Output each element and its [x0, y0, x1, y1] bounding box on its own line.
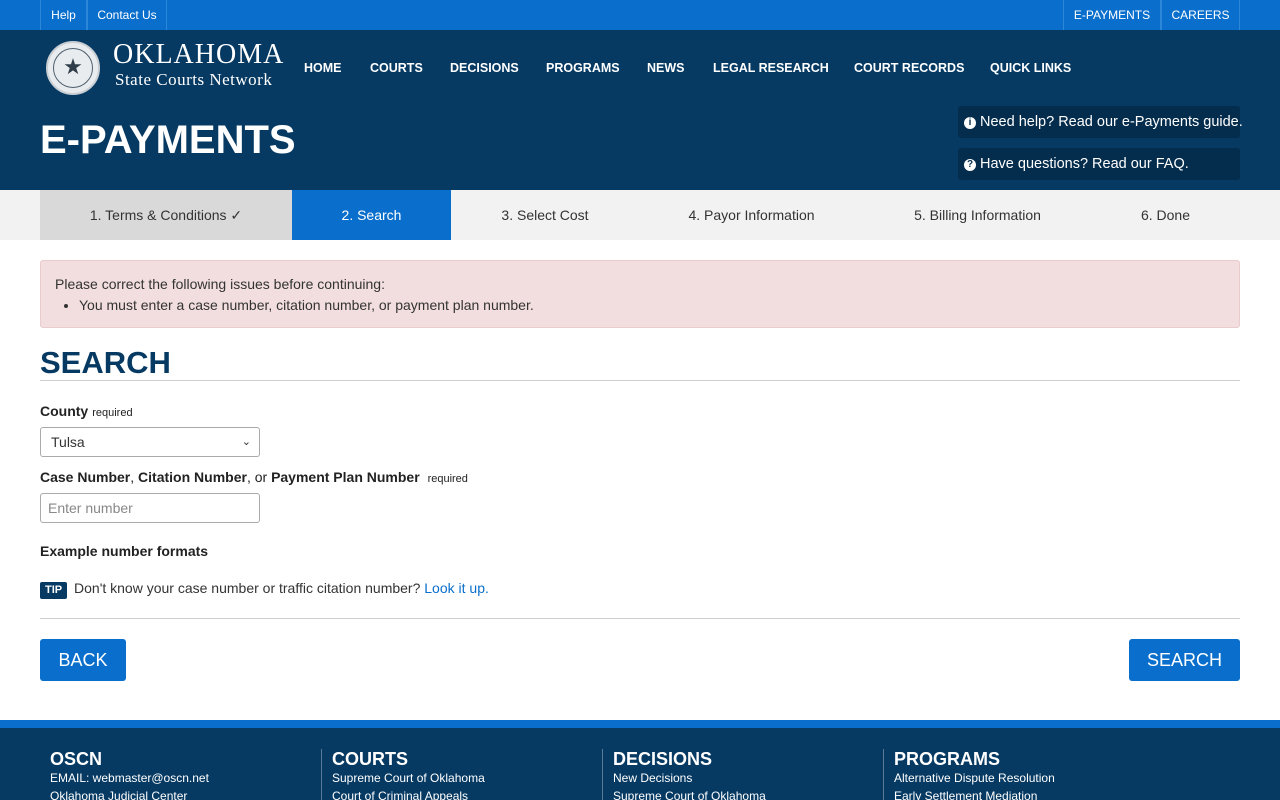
step-search[interactable]: 2. Search	[292, 190, 451, 240]
alert-heading: Please correct the following issues befo…	[55, 276, 385, 292]
footer-heading: PROGRAMS	[894, 749, 1001, 769]
case-number-label: Case Number, Citation Number, or Payment…	[40, 469, 468, 485]
nav-legal-research[interactable]: LEGAL RESEARCH	[713, 58, 829, 78]
county-label-text: County	[40, 403, 89, 419]
citation-number-label-text: Citation Number	[138, 469, 247, 485]
footer-link[interactable]: New Decisions	[613, 769, 872, 787]
star-icon: ★	[63, 54, 83, 79]
info-icon: i	[964, 117, 976, 129]
nav-courts[interactable]: COURTS	[370, 58, 423, 78]
search-button[interactable]: SEARCH	[1129, 639, 1240, 681]
step-terms[interactable]: 1. Terms & Conditions ✓	[40, 190, 292, 240]
step-billing-information: 5. Billing Information	[914, 207, 1041, 223]
county-label: County required	[40, 403, 133, 419]
question-icon: ?	[964, 159, 976, 171]
nav-programs[interactable]: PROGRAMS	[546, 58, 620, 78]
footer-link[interactable]: Oklahoma Judicial Center	[50, 787, 320, 800]
footer-link[interactable]: Supreme Court of Oklahoma	[613, 787, 872, 800]
footer-col-programs: PROGRAMS Alternative Dispute Resolution …	[883, 749, 1153, 800]
form-divider	[40, 618, 1240, 619]
tip-badge: TIP	[40, 582, 68, 599]
footer-stripe	[0, 720, 1280, 728]
label-separator: , or	[246, 469, 272, 485]
footer-link[interactable]: Court of Criminal Appeals	[332, 787, 591, 800]
epayments-link[interactable]: E-PAYMENTS	[1063, 0, 1161, 30]
footer-col-decisions: DECISIONS New Decisions Supreme Court of…	[602, 749, 872, 800]
case-number-input[interactable]	[40, 493, 260, 523]
nav-decisions[interactable]: DECISIONS	[450, 58, 519, 78]
payment-plan-label-text: Payment Plan Number	[271, 469, 420, 485]
site-footer: OSCN EMAIL: webmaster@oscn.net Oklahoma …	[0, 728, 1280, 800]
footer-heading: OSCN	[50, 749, 103, 769]
nav-court-records[interactable]: COURT RECORDS	[854, 58, 964, 78]
faq-link[interactable]: ? Have questions? Read our FAQ.	[958, 148, 1240, 180]
footer-heading: COURTS	[332, 749, 408, 769]
alert-item: You must enter a case number, citation n…	[79, 296, 1225, 314]
footer-link[interactable]: Alternative Dispute Resolution	[894, 769, 1153, 787]
county-required-note: required	[92, 407, 133, 419]
progress-steps: 1. Terms & Conditions ✓ 2. Search 3. Sel…	[0, 190, 1280, 240]
contact-us-link[interactable]: Contact Us	[87, 0, 167, 30]
careers-link[interactable]: CAREERS	[1161, 0, 1240, 30]
site-header: ★ OKLAHOMA State Courts Network HOME COU…	[0, 30, 1280, 190]
heading-divider	[40, 380, 1240, 381]
back-button[interactable]: BACK	[40, 639, 126, 681]
alert-list: You must enter a case number, citation n…	[79, 296, 1225, 314]
lookup-tip: TIP Don't know your case number or traff…	[40, 579, 489, 599]
nav-quick-links[interactable]: QUICK LINKS	[990, 58, 1071, 78]
utility-bar: Help Contact Us E-PAYMENTS CAREERS	[0, 0, 1280, 30]
footer-col-oscn: OSCN EMAIL: webmaster@oscn.net Oklahoma …	[50, 749, 320, 800]
oklahoma-seal-logo[interactable]: ★	[46, 41, 100, 95]
error-alert: Please correct the following issues befo…	[40, 260, 1240, 328]
epayments-guide-link[interactable]: i Need help? Read our e-Payments guide.	[958, 106, 1243, 138]
label-separator: ,	[130, 469, 139, 485]
case-required-note: required	[427, 473, 468, 485]
step-select-cost: 3. Select Cost	[501, 207, 589, 223]
example-formats-toggle[interactable]: Example number formats	[40, 543, 208, 559]
step-done: 6. Done	[1140, 207, 1191, 223]
chevron-down-icon: ⌄	[241, 436, 251, 448]
county-select-value: Tulsa	[51, 434, 85, 450]
look-it-up-link[interactable]: Look it up.	[424, 580, 489, 596]
faq-label: Have questions? Read our FAQ.	[980, 156, 1189, 172]
epayments-guide-label: Need help? Read our e-Payments guide.	[980, 114, 1243, 130]
case-number-label-text: Case Number	[40, 469, 131, 485]
county-select[interactable]: Tulsa ⌄	[40, 427, 260, 457]
nav-news[interactable]: NEWS	[647, 58, 685, 78]
footer-col-courts: COURTS Supreme Court of Oklahoma Court o…	[321, 749, 591, 800]
footer-link[interactable]: Supreme Court of Oklahoma	[332, 769, 591, 787]
page-title: E-PAYMENTS	[40, 118, 296, 162]
footer-link[interactable]: Early Settlement Mediation	[894, 787, 1153, 800]
nav-home[interactable]: HOME	[304, 58, 342, 78]
tip-text: Don't know your case number or traffic c…	[74, 580, 421, 596]
brand-subtitle[interactable]: State Courts Network	[115, 70, 272, 90]
brand-name[interactable]: OKLAHOMA	[113, 40, 284, 70]
help-link[interactable]: Help	[40, 0, 87, 30]
search-heading: SEARCH	[40, 345, 171, 380]
footer-email-link[interactable]: EMAIL: webmaster@oscn.net	[50, 769, 320, 787]
step-payor-information: 4. Payor Information	[688, 207, 815, 223]
footer-heading: DECISIONS	[613, 749, 713, 769]
